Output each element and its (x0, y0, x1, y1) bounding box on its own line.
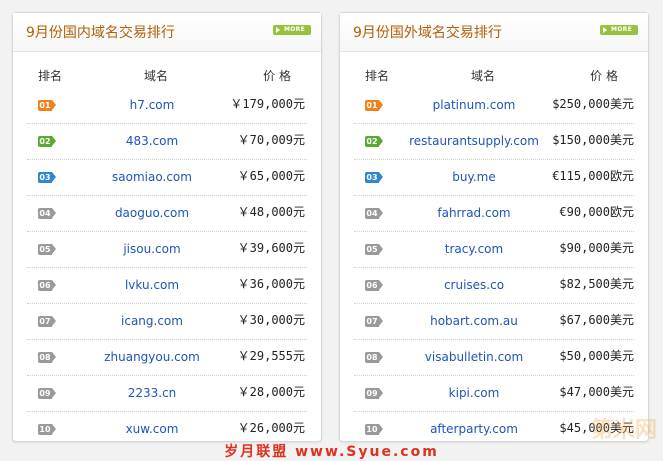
price-value: €90,000欧元 (559, 205, 634, 219)
price-value: $150,000美元 (552, 133, 634, 147)
list-item: 02 483.com ￥70,009元 (27, 125, 307, 160)
domain-link[interactable]: tracy.com (399, 242, 549, 256)
domestic-ranking-panel: 9月份国内域名交易排行 MORE 排名 域名 价 格 01 h7.com ￥179,… (12, 12, 322, 442)
price-value: ￥36,000元 (237, 277, 305, 291)
rank-badge-icon: 06 (365, 280, 383, 291)
list-item: 05 tracy.com $90,000美元 (354, 233, 634, 268)
price-value: ￥39,600元 (237, 241, 305, 255)
domain-column-header: 域名 (470, 69, 495, 83)
rank-badge-icon: 01 (38, 100, 56, 111)
price-value: $67,600美元 (559, 313, 634, 327)
price-value: $50,000美元 (559, 349, 634, 363)
price-value: ￥28,000元 (237, 385, 305, 399)
price-value: €115,000欧元 (552, 169, 634, 183)
ranking-list: 01 platinum.com $250,000美元 02 restaurantsupp… (340, 89, 648, 448)
table-header: 排名 域名 价 格 (340, 67, 648, 87)
price-column-header: 价 格 (263, 69, 291, 83)
rank-badge-icon: 09 (365, 388, 383, 399)
rank-badge-icon: 01 (365, 100, 383, 111)
rank-badge-icon: 03 (365, 172, 383, 183)
list-item: 08 zhuangyou.com ￥29,555元 (27, 341, 307, 376)
list-item: 03 saomiao.com ￥65,000元 (27, 161, 307, 196)
rank-badge-icon: 10 (365, 424, 383, 435)
rank-badge-icon: 08 (38, 352, 56, 363)
rank-badge-icon: 02 (38, 136, 56, 147)
rank-badge-icon: 09 (38, 388, 56, 399)
list-item: 09 kipi.com $47,000美元 (354, 377, 634, 412)
panel-header: 9月份国内域名交易排行 MORE (13, 13, 321, 52)
more-button[interactable]: MORE (273, 25, 311, 35)
price-value: $82,500美元 (559, 277, 634, 291)
domain-link[interactable]: lvku.com (87, 278, 217, 292)
price-value: ￥65,000元 (237, 169, 305, 183)
footer-watermark-text: 岁月联盟 www.Syue.com (224, 444, 439, 460)
domain-link[interactable]: daoguo.com (87, 206, 217, 220)
price-column-header: 价 格 (590, 69, 618, 83)
price-value: $90,000美元 (559, 241, 634, 255)
rank-badge-icon: 06 (38, 280, 56, 291)
rank-badge-icon: 02 (365, 136, 383, 147)
more-label: MORE (284, 26, 305, 33)
list-item: 06 lvku.com ￥36,000元 (27, 269, 307, 304)
domain-link[interactable]: saomiao.com (87, 170, 217, 184)
arrow-right-icon (603, 27, 607, 33)
list-item: 04 daoguo.com ￥48,000元 (27, 197, 307, 232)
price-value: ￥70,009元 (237, 133, 305, 147)
rank-badge-icon: 04 (38, 208, 56, 219)
list-item: 01 platinum.com $250,000美元 (354, 89, 634, 124)
list-item: 03 buy.me €115,000欧元 (354, 161, 634, 196)
list-item: 05 jisou.com ￥39,600元 (27, 233, 307, 268)
list-item: 07 icang.com ￥30,000元 (27, 305, 307, 340)
foreign-ranking-panel: 9月份国外域名交易排行 MORE 排名 域名 价 格 01 platinum.co… (339, 12, 649, 442)
domain-link[interactable]: platinum.com (399, 98, 549, 112)
domain-link[interactable]: kipi.com (399, 386, 549, 400)
rank-badge-icon: 10 (38, 424, 56, 435)
price-value: ￥48,000元 (237, 205, 305, 219)
list-item: 07 hobart.com.au $67,600美元 (354, 305, 634, 340)
price-value: ￥30,000元 (237, 313, 305, 327)
price-value: ￥26,000元 (237, 421, 305, 435)
list-item: 08 visabulletin.com $50,000美元 (354, 341, 634, 376)
list-item: 04 fahrrad.com €90,000欧元 (354, 197, 634, 232)
price-value: ￥29,555元 (237, 349, 305, 363)
more-label: MORE (611, 26, 632, 33)
price-value: ￥179,000元 (230, 97, 305, 111)
domain-column-header: 域名 (143, 69, 168, 83)
domain-link[interactable]: buy.me (399, 170, 549, 184)
domain-link[interactable]: visabulletin.com (399, 350, 549, 364)
domain-link[interactable]: restaurantsupply.com (399, 134, 549, 148)
list-item: 01 h7.com ￥179,000元 (27, 89, 307, 124)
ranking-list: 01 h7.com ￥179,000元 02 483.com ￥70,009元 03 saom… (13, 89, 321, 448)
domain-link[interactable]: 483.com (87, 134, 217, 148)
domain-link[interactable]: jisou.com (87, 242, 217, 256)
panel-header: 9月份国外域名交易排行 MORE (340, 13, 648, 52)
arrow-right-icon (276, 27, 280, 33)
domain-link[interactable]: hobart.com.au (399, 314, 549, 328)
rank-badge-icon: 08 (365, 352, 383, 363)
price-value: $47,000美元 (559, 385, 634, 399)
site-logo-watermark: 第米网 (590, 417, 657, 442)
domain-link[interactable]: 2233.cn (87, 386, 217, 400)
list-item: 09 2233.cn ￥28,000元 (27, 377, 307, 412)
rank-badge-icon: 05 (365, 244, 383, 255)
domain-link[interactable]: xuw.com (87, 422, 217, 436)
domain-link[interactable]: fahrrad.com (399, 206, 549, 220)
price-value: $250,000美元 (552, 97, 634, 111)
panel-title: 9月份国外域名交易排行 (353, 25, 502, 41)
list-item: 06 cruises.co $82,500美元 (354, 269, 634, 304)
domain-link[interactable]: h7.com (87, 98, 217, 112)
panel-title: 9月份国内域名交易排行 (26, 25, 175, 41)
list-item: 02 restaurantsupply.com $150,000美元 (354, 125, 634, 160)
rank-badge-icon: 07 (365, 316, 383, 327)
more-button[interactable]: MORE (600, 25, 638, 35)
domain-link[interactable]: afterparty.com (399, 422, 549, 436)
domain-link[interactable]: icang.com (87, 314, 217, 328)
table-header: 排名 域名 价 格 (13, 67, 321, 87)
rank-badge-icon: 07 (38, 316, 56, 327)
rank-badge-icon: 04 (365, 208, 383, 219)
domain-link[interactable]: cruises.co (399, 278, 549, 292)
rank-badge-icon: 05 (38, 244, 56, 255)
rank-badge-icon: 03 (38, 172, 56, 183)
domain-link[interactable]: zhuangyou.com (87, 350, 217, 364)
